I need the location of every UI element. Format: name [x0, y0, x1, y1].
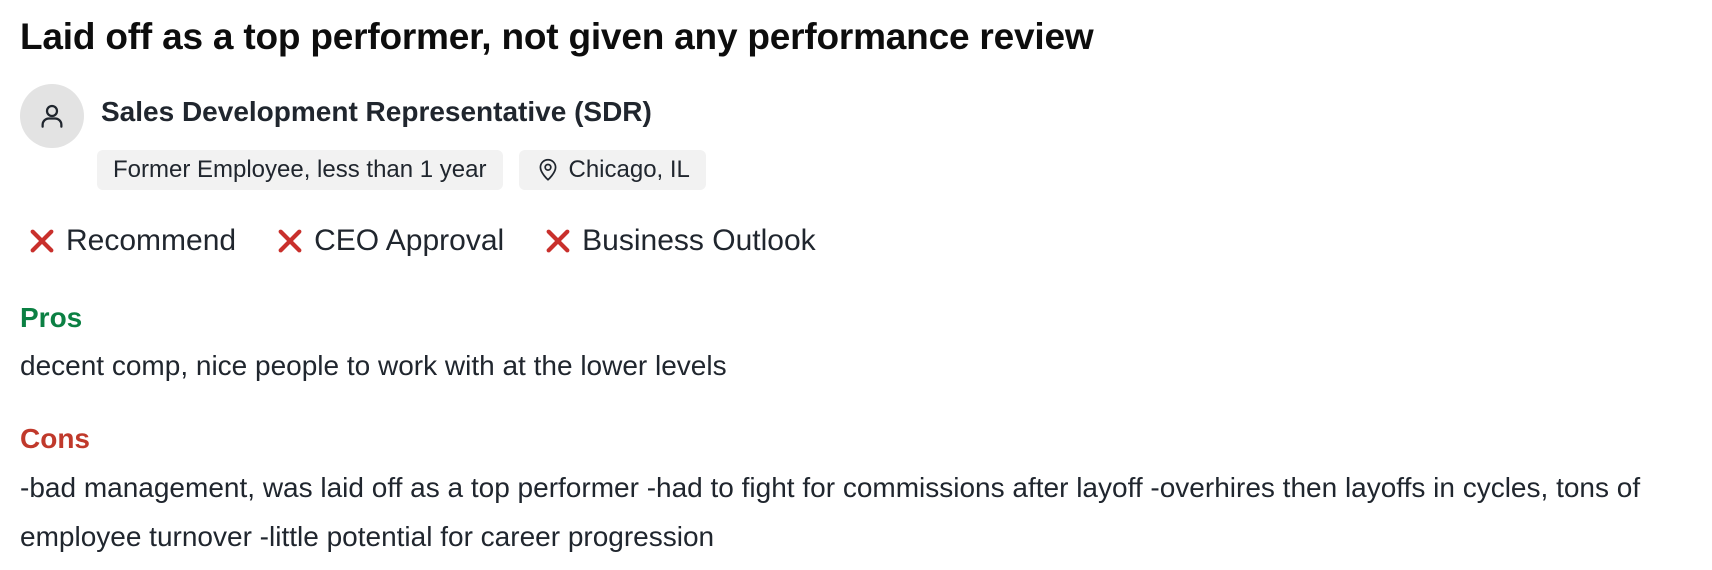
cons-heading: Cons — [20, 423, 90, 454]
review-card: Laid off as a top performer, not given a… — [0, 0, 1712, 570]
location-label: Chicago, IL — [568, 156, 690, 183]
location-chip: Chicago, IL — [518, 150, 706, 190]
pros-heading: Pros — [20, 302, 83, 333]
ratings-row: Recommend CEO Approval Business Outlook — [28, 224, 816, 258]
cons-text: -bad management, was laid off as a top p… — [20, 472, 1641, 552]
person-icon — [41, 104, 63, 128]
x-icon — [278, 229, 302, 253]
job-title: Sales Development Representative (SDR) — [101, 96, 652, 127]
rating-business-outlook: Business Outlook — [544, 224, 816, 258]
avatar — [20, 84, 84, 148]
map-pin-icon — [539, 158, 556, 181]
x-icon — [546, 229, 570, 253]
rating-label: CEO Approval — [314, 224, 505, 257]
employee-info-chips: Former Employee, less than 1 year Chicag… — [97, 150, 706, 190]
rating-label: Recommend — [66, 224, 237, 257]
x-icon — [30, 229, 54, 253]
review-title: Laid off as a top performer, not given a… — [20, 16, 1094, 57]
employment-status-label: Former Employee, less than 1 year — [113, 156, 487, 183]
rating-ceo-approval: CEO Approval — [276, 224, 504, 258]
employment-status-chip: Former Employee, less than 1 year — [97, 150, 503, 190]
rating-recommend: Recommend — [28, 224, 236, 258]
rating-label: Business Outlook — [582, 224, 816, 257]
pros-text: decent comp, nice people to work with at… — [20, 350, 727, 381]
